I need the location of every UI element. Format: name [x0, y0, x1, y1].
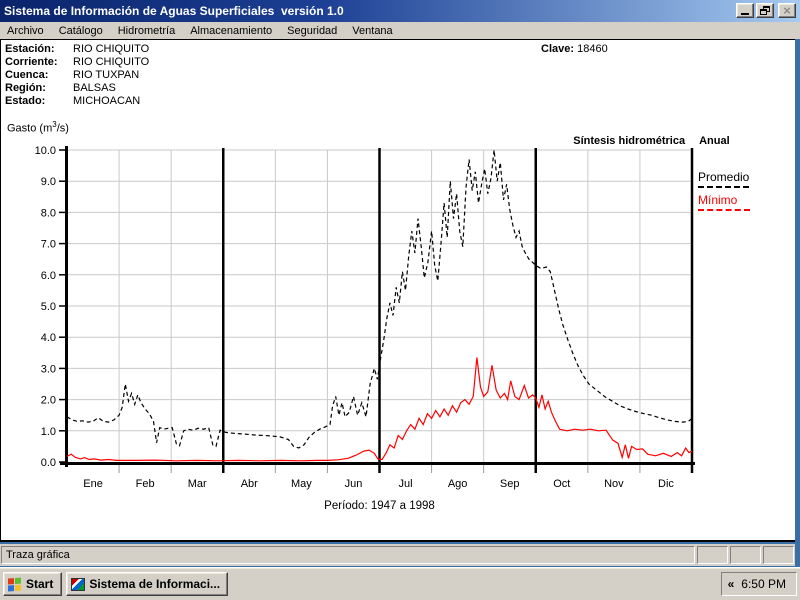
menu-item-seguridad[interactable]: Seguridad [287, 25, 337, 37]
clave-label: Clave: [541, 43, 575, 55]
info-label: Estación: [5, 43, 55, 55]
y-tick-label: 10.0 [35, 145, 56, 157]
menu-item-hidrometria[interactable]: Hidrometría [118, 25, 175, 37]
menu-bar: Archivo Catálogo Hidrometría Almacenamiento… [0, 22, 800, 39]
info-row: Corriente: RIO CHIQUITO [5, 56, 149, 69]
menu-item-ventana[interactable]: Ventana [352, 25, 392, 37]
start-label: Start [26, 577, 54, 591]
x-month-label: Ene [83, 478, 103, 490]
x-month-label: Sep [500, 478, 520, 490]
info-row: Región: BALSAS [5, 82, 149, 95]
start-button[interactable]: Start [3, 572, 63, 596]
legend-minimo: Mínimo [698, 193, 750, 211]
hydrometric-chart: 0.0 1.0 2.0 3.0 4.0 5.0 6.0 7.0 8.0 9.0 10.0 Ene Feb… [35, 145, 695, 512]
restore-button[interactable] [756, 3, 774, 18]
station-key: Clave: 18460 [541, 43, 608, 55]
status-pane-3 [763, 546, 794, 564]
info-label: Región: [5, 82, 46, 94]
period-annotation: Período: 1947 a 1998 [324, 500, 435, 512]
y-axis-title: Gasto (m3/s) [7, 120, 69, 135]
minimize-icon [741, 13, 749, 15]
legend-promedio: Promedio [698, 170, 750, 188]
clock[interactable]: 6:50 PM [741, 577, 786, 591]
menu-item-almacenamiento[interactable]: Almacenamiento [190, 25, 272, 37]
info-value: RIO TUXPAN [73, 69, 140, 81]
y-tick-label: 7.0 [41, 239, 56, 251]
taskbar-task-button[interactable]: Sistema de Informaci... [66, 572, 229, 596]
windows-logo-icon [8, 577, 22, 591]
task-label: Sistema de Informaci... [89, 577, 221, 591]
info-label: Cuenca: [5, 69, 49, 81]
x-month-label: Mar [188, 478, 207, 490]
station-info: Estación: RIO CHIQUITO Corriente: RIO CHIQU… [5, 43, 149, 108]
menu-item-archivo[interactable]: Archivo [7, 25, 44, 37]
info-label: Corriente: [5, 56, 58, 68]
info-value: MICHOACAN [73, 95, 141, 107]
window-title: Sistema de Información de Aguas Superfic… [4, 4, 344, 18]
info-value: RIO CHIQUITO [73, 43, 150, 55]
window-controls: × [736, 3, 796, 18]
taskbar: Start Sistema de Informaci... « 6:50 PM [0, 567, 800, 600]
system-tray: « 6:50 PM [720, 572, 797, 596]
x-month-label: Abr [241, 478, 258, 490]
app-icon [71, 577, 86, 591]
info-row: Cuenca: RIO TUXPAN [5, 69, 149, 82]
info-row: Estación: RIO CHIQUITO [5, 43, 149, 56]
status-pane-2 [730, 546, 761, 564]
y-tick-label: 2.0 [41, 395, 56, 407]
client-area: Estación: RIO CHIQUITO Corriente: RIO CHIQU… [0, 39, 795, 542]
x-month-label: Feb [136, 478, 155, 490]
tray-chevron-icon[interactable]: « [728, 577, 735, 591]
x-month-label: Jun [345, 478, 363, 490]
y-tick-label: 4.0 [41, 332, 56, 344]
info-label: Estado: [5, 95, 46, 107]
x-month-label: Oct [553, 478, 570, 490]
x-month-label: Dic [658, 478, 674, 490]
close-icon: × [783, 3, 791, 18]
info-value: RIO CHIQUITO [73, 56, 150, 68]
clave-value: 18460 [577, 43, 608, 55]
x-month-label: May [291, 478, 312, 490]
y-tick-label: 5.0 [41, 301, 56, 313]
close-button[interactable]: × [778, 3, 796, 18]
y-tick-label: 8.0 [41, 207, 56, 219]
status-bar: Traza gráfica [0, 544, 795, 566]
status-message: Traza gráfica [1, 546, 695, 564]
y-tick-label: 9.0 [41, 176, 56, 188]
chart-legend: Promedio Mínimo [698, 170, 750, 216]
x-month-label: Nov [604, 478, 624, 490]
minimize-button[interactable] [736, 3, 754, 18]
info-row: Estado: MICHOACAN [5, 95, 149, 108]
y-tick-label: 0.0 [41, 457, 56, 469]
y-tick-label: 6.0 [41, 270, 56, 282]
x-month-label: Ago [448, 478, 468, 490]
title-bar[interactable]: Sistema de Información de Aguas Superfic… [0, 0, 800, 22]
y-tick-label: 3.0 [41, 363, 56, 375]
status-pane-1 [697, 546, 728, 564]
y-tick-label: 1.0 [41, 426, 56, 438]
info-value: BALSAS [73, 82, 116, 94]
restore-icon [760, 6, 770, 15]
menu-item-catalogo[interactable]: Catálogo [59, 25, 103, 37]
x-month-label: Jul [399, 478, 413, 490]
